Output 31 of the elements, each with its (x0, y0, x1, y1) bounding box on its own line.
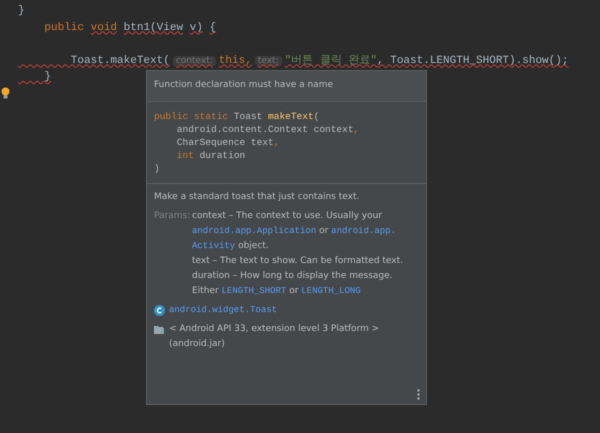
code-token: "버튼 클릭 완료" (284, 54, 378, 66)
code-token: public (43, 22, 84, 34)
doc-link[interactable]: android.app.Application (192, 226, 316, 236)
class-link[interactable]: android.widget.Toast (169, 302, 278, 318)
class-icon (154, 304, 165, 316)
code-token: void (90, 22, 118, 34)
code-token: this, (218, 54, 252, 66)
doc-link[interactable]: android.app. (331, 226, 396, 236)
method-signature: public static Toast makeText( android.content.Context context, CharSequence text, int duration ) (147, 102, 426, 184)
code-token: { (209, 22, 216, 34)
parameter-description: duration – How long to display the message. Either LENGTH_SHORT or LENGTH_LONG (192, 270, 394, 298)
library-icon (154, 324, 165, 334)
parameter-description: text – The text to show. Can be formatted text. (192, 254, 404, 268)
library-info: < Android API 33, extension level 3 Platform > (android.jar) (169, 322, 380, 350)
parameter-hint: text: (254, 56, 282, 66)
code-token: v) (190, 22, 203, 34)
code-token: } (18, 5, 25, 17)
parameter-description: context – The context to use. Usually your android.app.Application or android.app. Activity object. (192, 210, 397, 252)
params-label: Params: (154, 210, 192, 222)
code-token: btn1(View (124, 22, 184, 34)
method-description: Make a standard toast that just contains text. (154, 190, 360, 204)
more-options-icon[interactable] (417, 389, 420, 400)
doc-link[interactable]: LENGTH_LONG (301, 286, 361, 296)
doc-link[interactable]: LENGTH_SHORT (222, 286, 286, 296)
code-token: } (43, 71, 52, 83)
lightbulb-icon[interactable] (1, 86, 10, 99)
parameter-hint: context: (172, 56, 216, 66)
error-message: Function declaration must have a name (147, 71, 426, 102)
doc-link[interactable]: Activity (192, 240, 236, 250)
code-token: , Toast.LENGTH_SHORT).show(); (377, 54, 568, 66)
code-token: Toast.makeText( (70, 54, 170, 66)
